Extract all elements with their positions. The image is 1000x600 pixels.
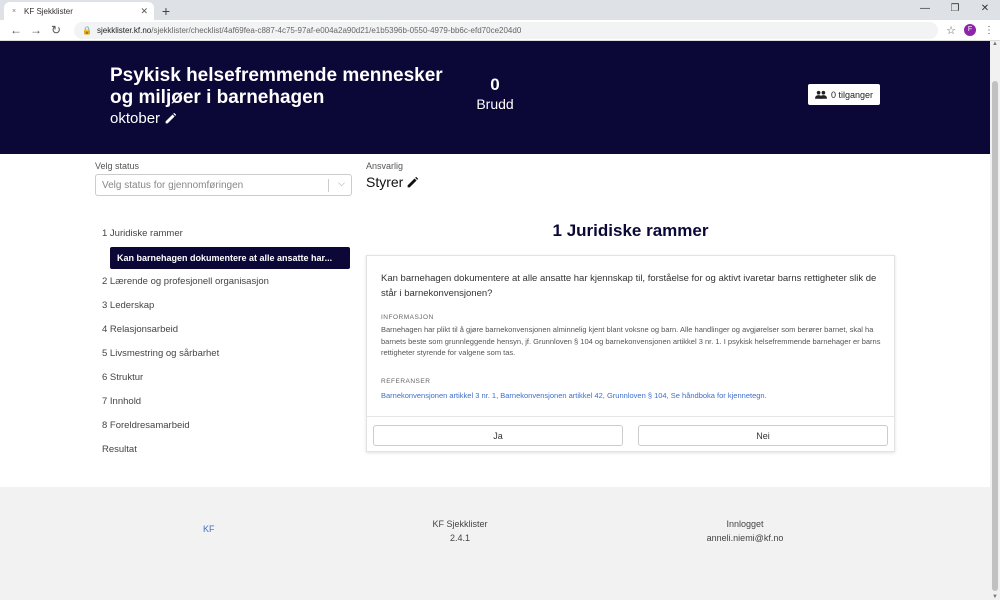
page-footer: KF KF Sjekklister 2.4.1 Innlogget anneli… — [0, 487, 990, 600]
access-button[interactable]: 0 tilganger — [808, 84, 881, 105]
tab-title: KF Sjekklister — [24, 6, 73, 16]
responsible-field: Ansvarlig Styrer — [366, 161, 419, 190]
scrollbar-thumb[interactable] — [992, 81, 998, 591]
edit-pencil-icon[interactable] — [164, 112, 177, 125]
browser-toolbar: ← → ↻ 🔒 sjekklister.kf.no /sjekklister/c… — [0, 20, 1000, 41]
bookmark-star-icon[interactable]: ☆ — [946, 24, 956, 37]
new-tab-button[interactable]: + — [157, 2, 175, 20]
status-label: Velg status — [95, 161, 140, 171]
footer-user-email: anneli.niemi@kf.no — [706, 533, 784, 543]
nav-item-livsmestring[interactable]: 5 Livsmestring og sårbarhet — [95, 342, 357, 366]
page-viewport: Psykisk helsefremmende mennesker og milj… — [0, 41, 1000, 600]
profile-avatar[interactable]: F — [964, 24, 976, 36]
responsible-value-row[interactable]: Styrer — [366, 174, 419, 190]
info-heading: INFORMASJON — [381, 314, 434, 321]
url-host: sjekklister.kf.no — [96, 25, 152, 35]
brudd-count: 0 — [490, 75, 500, 94]
footer-user-info: Innlogget anneli.niemi@kf.no — [680, 517, 810, 545]
scroll-down-icon[interactable]: ▼ — [990, 594, 1000, 600]
footer-login-label: Innlogget — [726, 519, 764, 529]
minimize-icon[interactable]: — — [910, 0, 940, 20]
browser-menu-icon[interactable]: ⋮ — [984, 25, 994, 36]
nav-item-relasjonsarbeid[interactable]: 4 Relasjonsarbeid — [95, 318, 357, 342]
browser-tab-strip: × KF Sjekklister ✕ + — ❐ ✕ — [0, 0, 1000, 20]
footer-app-name: KF Sjekklister — [432, 519, 488, 529]
nav-item-laerende-organisasjon[interactable]: 2 Lærende og profesjonell organisasjon — [95, 270, 357, 294]
no-button[interactable]: Nei — [638, 425, 888, 446]
close-window-icon[interactable]: ✕ — [970, 0, 1000, 20]
restore-icon[interactable]: ❐ — [940, 0, 970, 20]
access-button-label: 0 tilganger — [831, 89, 874, 100]
page-header: Psykisk helsefremmende mennesker og milj… — [0, 41, 990, 154]
chevron-down-icon[interactable]: ⌵ — [338, 178, 345, 189]
responsible-value: Styrer — [366, 174, 404, 190]
info-text: Barnehagen har plikt til å gjøre barneko… — [381, 325, 881, 357]
footer-app-info: KF Sjekklister 2.4.1 — [400, 517, 520, 545]
brudd-counter: 0 Brudd — [470, 75, 520, 113]
forward-icon[interactable]: → — [26, 23, 46, 37]
footer-brand-link[interactable]: KF — [203, 524, 215, 534]
section-nav: 1 Juridiske rammer Kan barnehagen dokume… — [95, 222, 357, 462]
brudd-label: Brudd — [476, 96, 514, 112]
yes-button[interactable]: Ja — [373, 425, 623, 446]
section-title: 1 Juridiske rammer — [552, 221, 709, 240]
period-selector[interactable]: oktober — [110, 110, 177, 127]
scroll-up-icon[interactable]: ▲ — [990, 41, 1000, 47]
footer-version: 2.4.1 — [449, 533, 471, 543]
nav-item-innhold[interactable]: 7 Innhold — [95, 390, 357, 414]
tab-close-icon[interactable]: ✕ — [140, 6, 148, 17]
card-divider — [367, 416, 894, 417]
nav-item-foreldresamarbeid[interactable]: 8 Foreldresamarbeid — [95, 414, 357, 438]
address-bar[interactable]: 🔒 sjekklister.kf.no /sjekklister/checkli… — [74, 21, 939, 39]
reload-icon[interactable]: ↻ — [46, 23, 66, 37]
nav-item-juridiske-rammer[interactable]: 1 Juridiske rammer — [95, 222, 357, 246]
status-select[interactable]: Velg status for gjennomføringen ⌵ — [95, 174, 352, 196]
question-text: Kan barnehagen dokumentere at alle ansat… — [381, 273, 877, 299]
responsible-label: Ansvarlig — [366, 161, 404, 171]
users-icon — [815, 90, 827, 99]
favicon-icon: × — [11, 7, 17, 15]
period-label: oktober — [110, 110, 161, 127]
url-path: /sjekklister/checklist/4af69fea-c887-4c7… — [151, 25, 522, 35]
status-placeholder: Velg status for gjennomføringen — [102, 179, 244, 191]
window-controls: — ❐ ✕ — [910, 0, 1000, 20]
browser-tab[interactable]: × KF Sjekklister ✕ — [4, 2, 154, 20]
nav-subitem-active[interactable]: Kan barnehagen dokumentere at alle ansat… — [110, 247, 350, 269]
nav-item-resultat[interactable]: Resultat — [95, 438, 357, 462]
select-separator — [328, 179, 329, 192]
question-card: Kan barnehagen dokumentere at alle ansat… — [366, 255, 895, 452]
lock-icon: 🔒 — [82, 25, 92, 35]
references-link[interactable]: Barnekonvensjonen artikkel 3 nr. 1, Barn… — [381, 391, 767, 400]
nav-item-struktur[interactable]: 6 Struktur — [95, 366, 357, 390]
references-heading: REFERANSER — [381, 378, 431, 385]
page-scrollbar[interactable]: ▲ ▼ — [990, 41, 1000, 600]
nav-item-lederskap[interactable]: 3 Lederskap — [95, 294, 357, 318]
edit-pencil-icon[interactable] — [406, 176, 419, 189]
status-field: Velg status Velg status for gjennomførin… — [95, 161, 352, 196]
back-icon[interactable]: ← — [6, 23, 26, 37]
checklist-title: Psykisk helsefremmende mennesker og milj… — [110, 65, 443, 108]
